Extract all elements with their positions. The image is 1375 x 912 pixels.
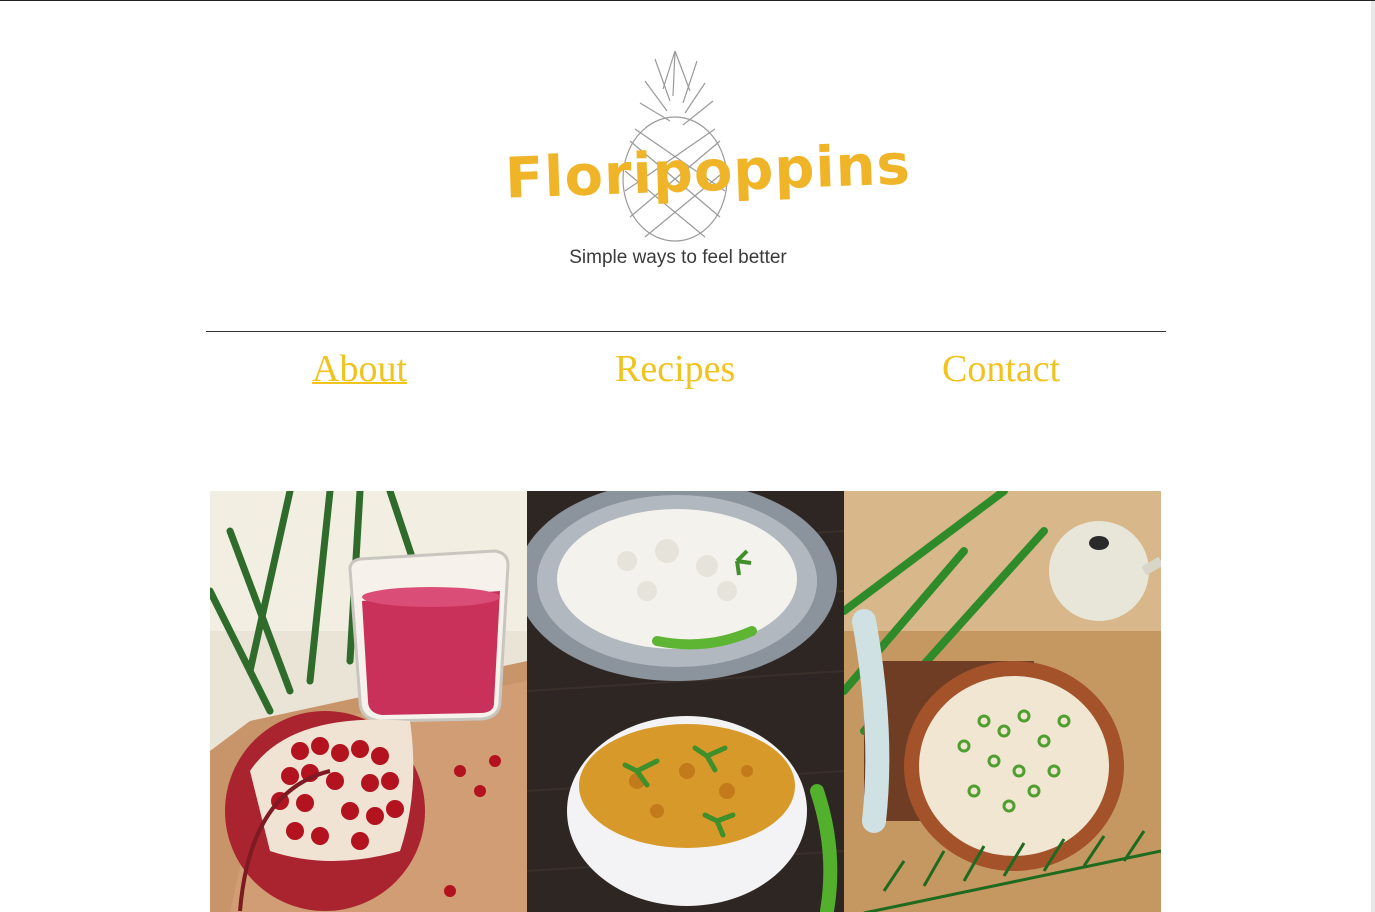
page: Floripoppins Simple ways to feel better … <box>0 0 1375 912</box>
miso-soup-photo[interactable] <box>844 491 1161 912</box>
rice-and-dal-photo[interactable] <box>527 491 844 912</box>
scrollbar-track[interactable] <box>1371 1 1375 912</box>
nav-divider <box>206 331 1166 332</box>
brand-name: Floripoppins <box>503 132 912 212</box>
photo-gallery <box>210 491 1161 912</box>
nav-item-recipes[interactable]: Recipes <box>615 347 735 391</box>
tagline: Simple ways to feel better <box>569 247 787 268</box>
nav-item-contact[interactable]: Contact <box>942 347 1060 391</box>
main-nav: About Recipes Contact <box>206 341 1166 401</box>
nav-item-about[interactable]: About <box>312 347 407 391</box>
pomegranate-juice-photo[interactable] <box>210 491 527 912</box>
